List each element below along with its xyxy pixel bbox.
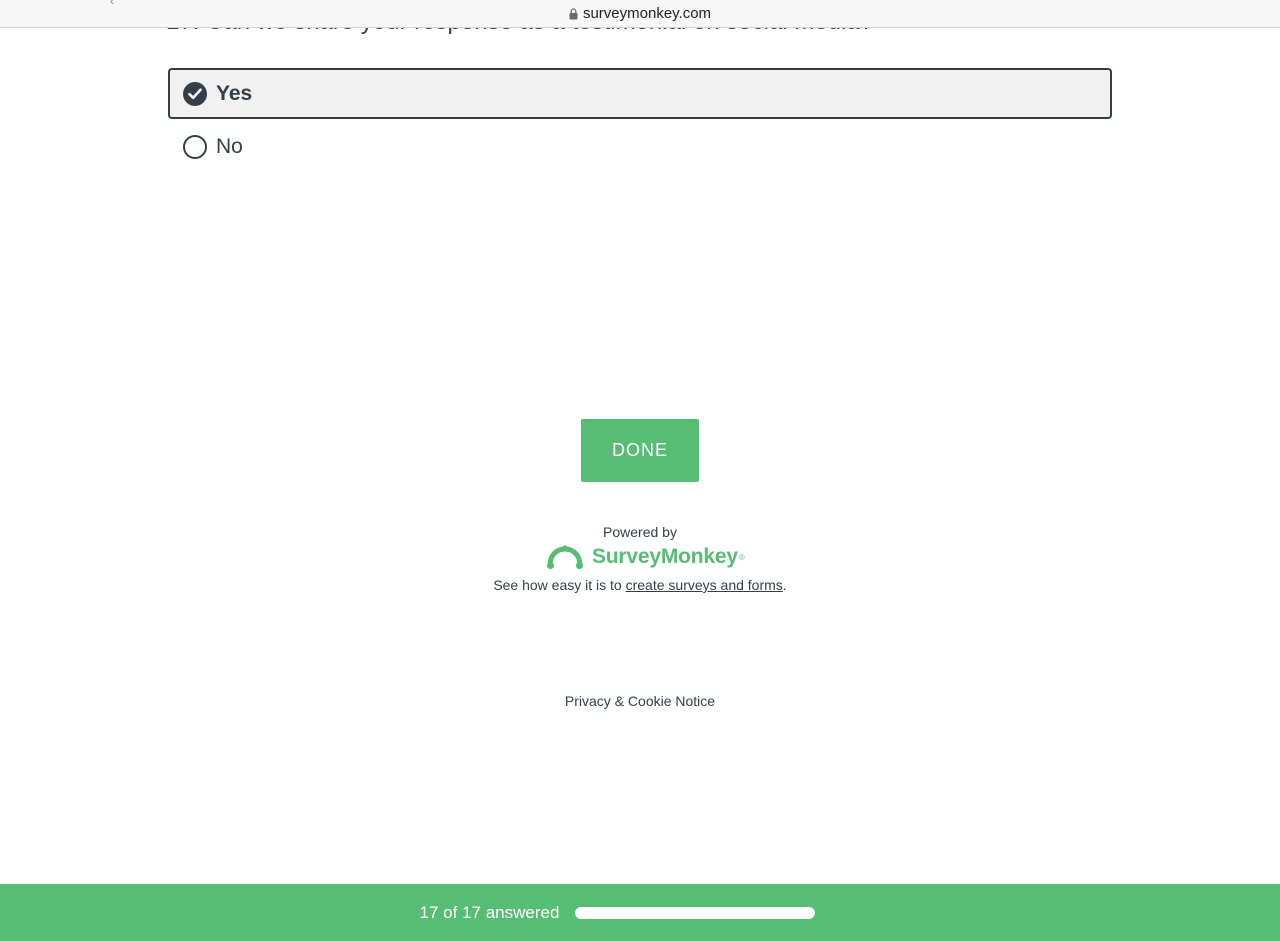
- progress-bar-fill: [575, 906, 816, 919]
- surveymonkey-brand-link[interactable]: SurveyMonkey ®: [546, 542, 745, 572]
- check-circle-icon: [183, 81, 207, 106]
- progress-bar: [575, 906, 816, 919]
- promo-prefix: See how easy it is to: [493, 577, 626, 593]
- brand-name: SurveyMonkey: [592, 545, 738, 568]
- back-chevron-icon[interactable]: ‹: [110, 0, 114, 8]
- privacy-notice-link[interactable]: Privacy & Cookie Notice: [0, 693, 1280, 709]
- powered-by-text: Powered by: [603, 524, 677, 540]
- promo-text: See how easy it is to create surveys and…: [0, 577, 1280, 593]
- surveymonkey-logo-icon: [546, 545, 584, 570]
- url-text: surveymonkey.com: [582, 5, 712, 22]
- progress-footer: 17 of 17 answered: [0, 884, 1280, 941]
- option-label: Yes: [216, 81, 253, 105]
- radio-empty-icon: [183, 135, 207, 159]
- option-label: No: [216, 135, 243, 158]
- lock-icon: [569, 7, 578, 19]
- promo-suffix: .: [782, 577, 787, 593]
- option-yes[interactable]: Yes: [168, 68, 1112, 119]
- option-no[interactable]: No: [168, 124, 1112, 170]
- address-bar[interactable]: ‹ surveymonkey.com: [0, 0, 1280, 28]
- progress-text: 17 of 17 answered: [419, 902, 560, 922]
- create-surveys-link[interactable]: create surveys and forms: [626, 577, 783, 593]
- trademark-mark: ®: [738, 552, 745, 562]
- done-button[interactable]: DONE: [581, 419, 699, 482]
